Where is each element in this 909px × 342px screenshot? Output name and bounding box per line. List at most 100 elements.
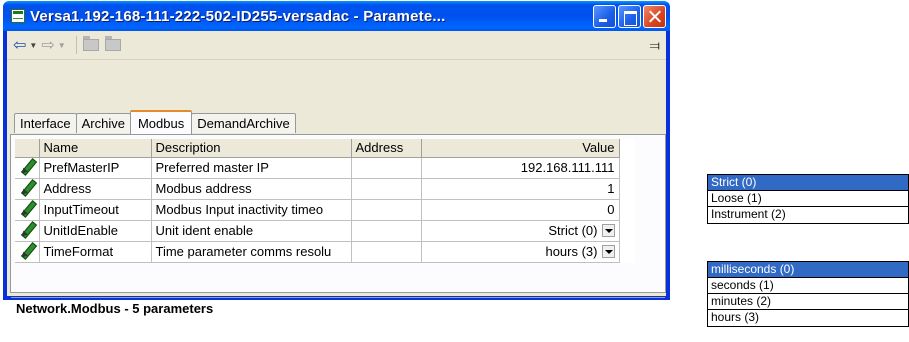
table-header-row: Name Description Address Value	[15, 139, 635, 158]
column-header-address[interactable]: Address	[351, 139, 422, 158]
table-row[interactable]: Address Modbus address 1	[15, 178, 635, 200]
folder-icon[interactable]	[104, 36, 121, 51]
pin-icon[interactable]: ⫤	[649, 37, 660, 54]
row-filler	[619, 220, 635, 241]
dropdown-arrow-icon[interactable]	[601, 224, 615, 237]
chevron-down-icon[interactable]: ▼	[29, 41, 37, 50]
edit-pencil-icon[interactable]	[15, 178, 40, 200]
param-description-text: Modbus address	[155, 181, 252, 196]
param-name-cell[interactable]: UnitIdEnable	[39, 220, 152, 242]
param-name-text: InputTimeout	[43, 202, 119, 217]
param-address-cell[interactable]	[351, 241, 422, 263]
table-row[interactable]: PrefMasterIP Preferred master IP 192.168.1…	[15, 157, 635, 179]
param-value-text: hours (3)	[545, 244, 598, 259]
tab-label: Archive	[81, 116, 125, 131]
tab-label: DemandArchive	[197, 116, 290, 131]
edit-pencil-icon[interactable]	[15, 199, 40, 221]
pencil-icon	[20, 222, 34, 236]
table-row[interactable]: InputTimeout Modbus Input inactivity time…	[15, 199, 635, 221]
parameter-window: Versa1.192-168-111-222-502-ID255-versada…	[3, 1, 670, 316]
table-icon	[11, 9, 25, 23]
dropdown-option[interactable]: seconds (1)	[708, 278, 908, 294]
param-value-text: 1	[607, 181, 615, 196]
tab-panel: Name Description Address Value PrefMaste…	[10, 134, 666, 293]
chevron-down-icon[interactable]: ▼	[58, 41, 66, 50]
param-description-cell[interactable]: Modbus address	[151, 178, 352, 200]
status-text: Network.Modbus - 5 parameters	[11, 297, 665, 319]
param-description-cell[interactable]: Unit ident enable	[151, 220, 352, 242]
pencil-icon	[20, 201, 34, 215]
edit-pencil-icon[interactable]	[15, 241, 40, 263]
title-bar[interactable]: Versa1.192-168-111-222-502-ID255-versada…	[3, 1, 670, 31]
unit-id-dropdown-list: Strict (0) Loose (1) Instrument (2)	[707, 174, 909, 224]
param-value-cell[interactable]: 0	[421, 199, 620, 221]
param-value-text: 0	[607, 202, 615, 217]
table-row[interactable]: TimeFormat Time parameter comms resolu hou…	[15, 241, 635, 263]
tab-archive[interactable]: Archive	[75, 113, 131, 133]
pencil-icon	[20, 180, 34, 194]
param-address-cell[interactable]	[351, 178, 422, 200]
dropdown-option[interactable]: minutes (2)	[708, 294, 908, 310]
param-description-cell[interactable]: Preferred master IP	[151, 157, 352, 179]
param-name-cell[interactable]: InputTimeout	[39, 199, 152, 221]
column-header-value[interactable]: Value	[421, 139, 620, 158]
column-header-filler	[619, 139, 635, 157]
param-value-cell[interactable]: 192.168.111.111	[421, 157, 620, 179]
window-title: Versa1.192-168-111-222-502-ID255-versada…	[30, 7, 446, 25]
dropdown-option[interactable]: Strict (0)	[708, 175, 908, 191]
param-address-cell[interactable]	[351, 199, 422, 221]
dropdown-option[interactable]: milliseconds (0)	[708, 262, 908, 278]
param-description-text: Preferred master IP	[155, 160, 269, 175]
param-description-text: Time parameter comms resolu	[155, 244, 332, 259]
table-row[interactable]: UnitIdEnable Unit ident enable Strict (0)	[15, 220, 635, 242]
maximize-button[interactable]	[618, 4, 641, 28]
param-description-text: Unit ident enable	[155, 223, 254, 238]
row-filler	[619, 241, 635, 262]
dropdown-option[interactable]: Instrument (2)	[708, 207, 908, 223]
pencil-icon	[20, 159, 34, 173]
dropdown-option[interactable]: Loose (1)	[708, 191, 908, 207]
param-description-cell[interactable]: Modbus Input inactivity timeo	[151, 199, 352, 221]
time-format-dropdown-list: milliseconds (0) seconds (1) minutes (2) ho…	[707, 261, 909, 327]
param-name-text: PrefMasterIP	[43, 160, 120, 175]
param-description-text: Modbus Input inactivity timeo	[155, 202, 324, 217]
folder-icon[interactable]	[82, 36, 99, 51]
param-name-text: Address	[43, 181, 92, 196]
column-header-name[interactable]: Name	[39, 139, 152, 158]
forward-arrow-icon: ⇨	[41, 37, 55, 54]
param-address-cell[interactable]	[351, 220, 422, 242]
tab-demandarchive[interactable]: DemandArchive	[191, 113, 296, 133]
column-header-icon	[15, 139, 40, 158]
tab-interface[interactable]: Interface	[14, 113, 77, 133]
window-client-area: ⇦ ▼ ⇨ ▼ ⫤ Interface Archive Modbus DemandA…	[7, 31, 666, 316]
dropdown-arrow-icon[interactable]	[601, 245, 615, 258]
param-name-cell[interactable]: Address	[39, 178, 152, 200]
tab-modbus[interactable]: Modbus	[129, 110, 193, 134]
param-value-cell[interactable]: 1	[421, 178, 620, 200]
minimize-button[interactable]	[593, 4, 616, 28]
close-button[interactable]	[643, 4, 666, 28]
toolbar: ⇦ ▼ ⇨ ▼ ⫤	[7, 31, 666, 60]
back-button[interactable]: ⇦ ▼	[13, 35, 37, 55]
tab-strip: Interface Archive Modbus DemandArchive	[14, 110, 296, 134]
row-filler	[619, 157, 635, 178]
param-value-text: Strict (0)	[548, 223, 598, 238]
forward-button[interactable]: ⇨ ▼	[41, 35, 65, 55]
edit-pencil-icon[interactable]	[15, 220, 40, 242]
column-header-description[interactable]: Description	[151, 139, 352, 158]
param-address-cell[interactable]	[351, 157, 422, 179]
toolbar-separator	[75, 36, 77, 54]
param-name-cell[interactable]: TimeFormat	[39, 241, 152, 263]
param-name-text: UnitIdEnable	[43, 223, 118, 238]
param-value-cell[interactable]: Strict (0)	[421, 220, 620, 242]
param-name-cell[interactable]: PrefMasterIP	[39, 157, 152, 179]
row-filler	[619, 178, 635, 199]
dropdown-option[interactable]: hours (3)	[708, 310, 908, 326]
edit-pencil-icon[interactable]	[15, 157, 40, 179]
param-name-text: TimeFormat	[43, 244, 114, 259]
tab-label: Modbus	[137, 115, 185, 131]
back-arrow-icon: ⇦	[13, 37, 27, 54]
param-value-cell[interactable]: hours (3)	[421, 241, 620, 263]
param-description-cell[interactable]: Time parameter comms resolu	[151, 241, 352, 263]
tab-label: Interface	[20, 116, 71, 131]
